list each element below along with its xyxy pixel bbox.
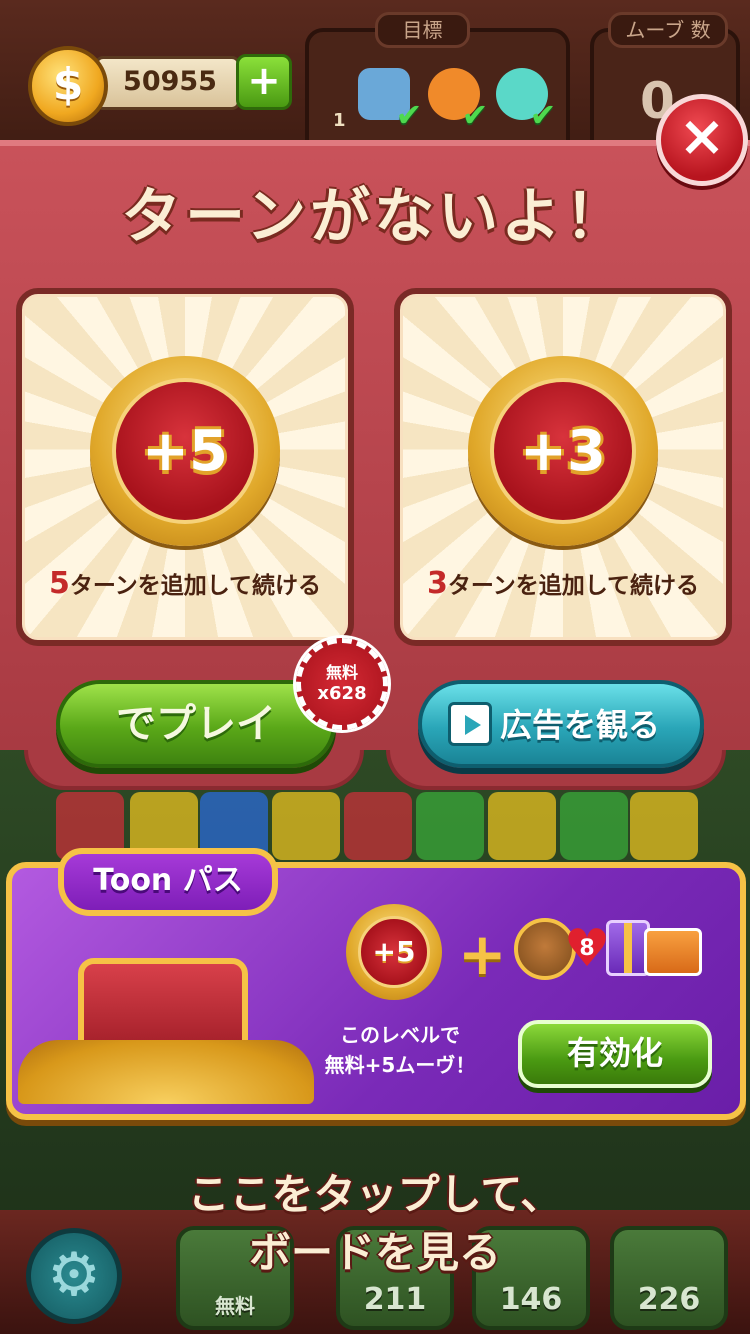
add-coins-button[interactable]: + xyxy=(236,54,292,110)
glove-booster-count: 211 xyxy=(363,1282,427,1317)
toon-pass-tab: Toon パス xyxy=(58,848,278,916)
option-text-plus5: 5ターンを追加して続ける xyxy=(48,566,322,601)
option-text-plus3: 3ターンを追加して続ける xyxy=(426,566,700,601)
coin-balance: 50955 xyxy=(123,66,217,97)
moves-title: ムーブ 数 xyxy=(608,12,728,48)
pass-plus5-medal-icon: +5 xyxy=(346,904,442,1000)
play-button[interactable]: でプレイ xyxy=(56,680,336,768)
board-tile xyxy=(488,792,556,860)
free-count-badge: 無料 x628 xyxy=(296,638,388,730)
activate-button[interactable]: 有効化 xyxy=(518,1020,712,1088)
plus5-medal-icon: +5 xyxy=(90,356,280,546)
check-icon: ✔ xyxy=(395,96,423,134)
bomb-booster-count: 146 xyxy=(499,1282,563,1317)
goal-count: 1 xyxy=(333,110,346,131)
plus-icon: + xyxy=(458,920,507,988)
plus3-medal-icon: +3 xyxy=(468,356,658,546)
close-button[interactable]: × xyxy=(656,94,748,186)
pass-medal-label: +5 xyxy=(358,916,430,988)
board-tile xyxy=(416,792,484,860)
plus5-medal-label: +5 xyxy=(112,378,258,524)
heart-count: 8 xyxy=(579,936,595,961)
plus3-medal-label: +3 xyxy=(490,378,636,524)
video-clapper-icon xyxy=(448,702,492,746)
hammer-booster-count: 無料 xyxy=(215,1294,255,1318)
coin-icon: $ xyxy=(28,46,108,126)
board-tile xyxy=(560,792,628,860)
modal-title: ターンがないよ！ xyxy=(121,182,629,252)
watch-ad-label: 広告を観る xyxy=(500,706,661,744)
board-tile xyxy=(272,792,340,860)
character-card-icon xyxy=(644,928,702,976)
check-icon: ✔ xyxy=(529,96,557,134)
board-tile xyxy=(630,792,698,860)
view-board-hint[interactable]: ここをタップして、 ボードを見る xyxy=(0,1166,750,1282)
check-icon: ✔ xyxy=(461,96,489,134)
free-badge-label: 無料 xyxy=(325,663,358,682)
coin-pile-icon xyxy=(18,1040,314,1104)
dice-booster-count: 226 xyxy=(637,1282,701,1317)
goal-title: 目標 xyxy=(375,12,470,48)
free-badge-count: x628 xyxy=(317,683,367,704)
board-tile xyxy=(344,792,412,860)
pass-description: このレベルで 無料+5ムーヴ！ xyxy=(324,1023,476,1077)
